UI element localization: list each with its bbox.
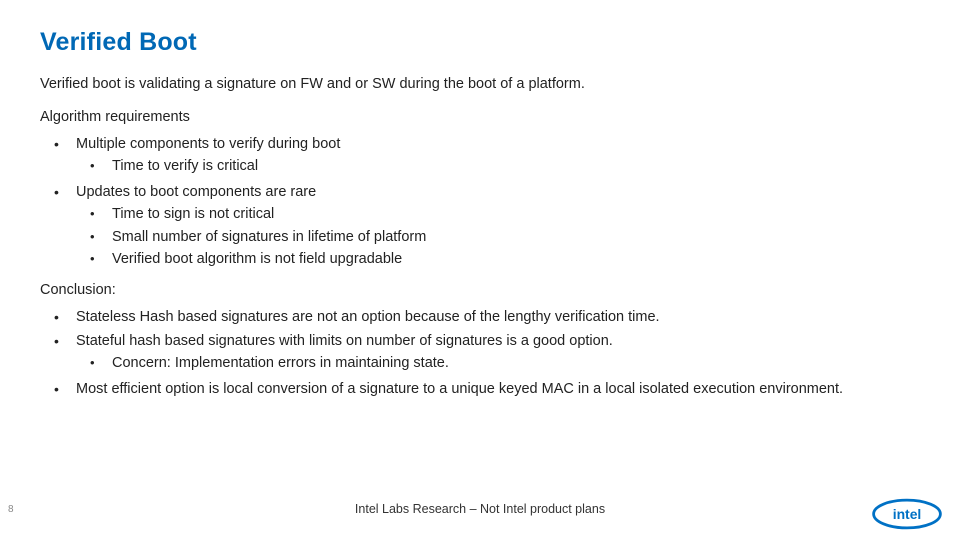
list-item: Small number of signatures in lifetime o… xyxy=(90,228,920,248)
list-item: Stateless Hash based signatures are not … xyxy=(54,308,920,328)
bullet-text: Stateless Hash based signatures are not … xyxy=(76,309,660,325)
algorithm-requirements-list: Multiple components to verify during boo… xyxy=(40,135,920,270)
conclusion-list: Stateless Hash based signatures are not … xyxy=(40,308,920,399)
intel-logo-icon: intel xyxy=(872,498,942,530)
conclusion-label: Conclusion: xyxy=(40,282,920,298)
bullet-text: Most efficient option is local conversio… xyxy=(76,381,843,397)
bullet-text: Multiple components to verify during boo… xyxy=(76,136,340,152)
sub-list: Concern: Implementation errors in mainta… xyxy=(76,354,920,374)
bullet-text: Small number of signatures in lifetime o… xyxy=(112,229,426,245)
list-item: Concern: Implementation errors in mainta… xyxy=(90,354,920,374)
bullet-text: Time to verify is critical xyxy=(112,158,258,174)
list-item: Multiple components to verify during boo… xyxy=(54,135,920,177)
bullet-text: Verified boot algorithm is not field upg… xyxy=(112,251,402,267)
slide-footer: 8 Intel Labs Research – Not Intel produc… xyxy=(0,496,960,528)
list-item: Time to verify is critical xyxy=(90,157,920,177)
list-item: Verified boot algorithm is not field upg… xyxy=(90,250,920,270)
list-item: Stateful hash based signatures with limi… xyxy=(54,332,920,374)
algorithm-requirements-label: Algorithm requirements xyxy=(40,109,920,125)
bullet-text: Updates to boot components are rare xyxy=(76,184,316,200)
bullet-text: Time to sign is not critical xyxy=(112,206,274,222)
list-item: Updates to boot components are rare Time… xyxy=(54,183,920,270)
sub-list: Time to sign is not critical Small numbe… xyxy=(76,205,920,270)
intel-logo-text: intel xyxy=(893,506,922,522)
sub-list: Time to verify is critical xyxy=(76,157,920,177)
bullet-text: Stateful hash based signatures with limi… xyxy=(76,333,613,349)
footer-text: Intel Labs Research – Not Intel product … xyxy=(0,502,960,516)
bullet-text: Concern: Implementation errors in mainta… xyxy=(112,355,449,371)
slide: Verified Boot Verified boot is validatin… xyxy=(0,0,960,540)
slide-title: Verified Boot xyxy=(40,28,920,57)
list-item: Time to sign is not critical xyxy=(90,205,920,225)
list-item: Most efficient option is local conversio… xyxy=(54,380,920,400)
intro-paragraph: Verified boot is validating a signature … xyxy=(40,75,920,95)
